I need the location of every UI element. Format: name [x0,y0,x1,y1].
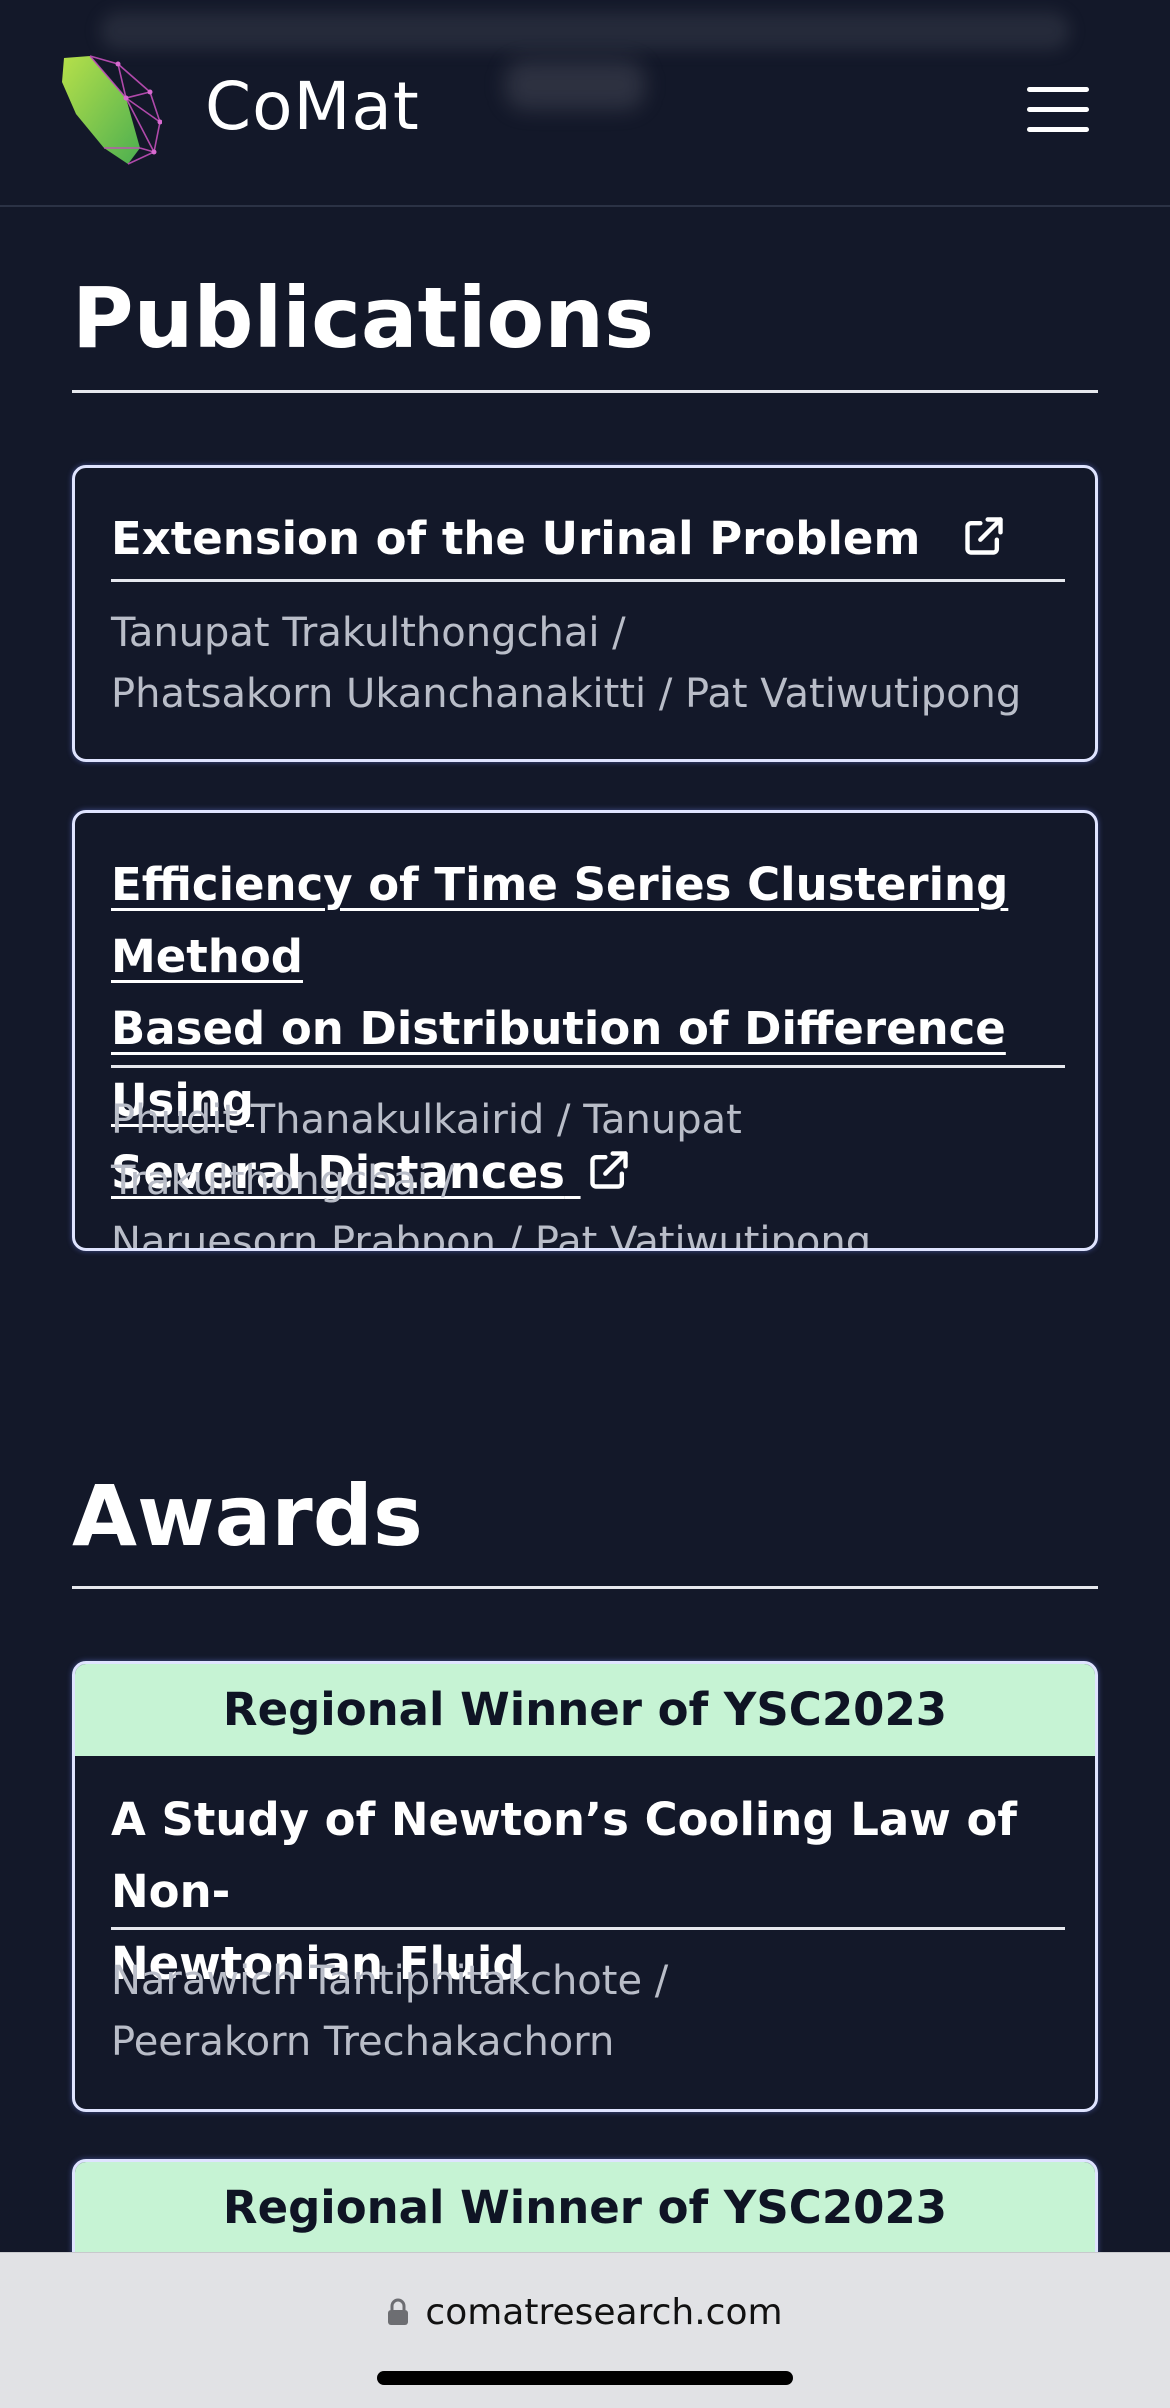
publication-title-link[interactable]: Extension of the Urinal Problem [111,503,1065,575]
site-header: CoMat [0,0,1170,207]
url-display[interactable]: comatresearch.com [0,2289,1170,2337]
url-text[interactable]: comatresearch.com [425,2292,782,2333]
title-line[interactable]: Efficiency of Time Series Clustering Met… [111,849,1065,993]
authors-line: Naruesorn Prabpon / Pat Vatiwutipong [111,1219,872,1251]
external-link-icon[interactable] [962,514,1006,558]
authors-line: Phudit Thanakulkairid / Tanupat Trakulth… [111,1097,742,1204]
authors-line: Narawich Tantiphitakchote / [111,1958,669,2004]
authors-line: Phatsakorn Ukanchanakitti / Pat Vatiwuti… [111,671,1022,717]
browser-address-bar[interactable]: comatresearch.com [0,2252,1170,2408]
publication-authors: Tanupat Trakulthongchai / Phatsakorn Uka… [111,603,1065,725]
leaf-network-logo-icon[interactable] [56,52,162,168]
home-indicator[interactable] [377,2371,793,2385]
section-divider [72,390,1098,393]
title-line: A Study of Newton’s Cooling Law of Non- [111,1793,1017,1918]
publications-heading: Publications [72,269,655,367]
awards-heading: Awards [72,1467,423,1565]
award-authors: Narawich Tantiphitakchote / Peerakorn Tr… [111,1951,1065,2073]
authors-line: Tanupat Trakulthongchai / [111,610,626,656]
blurred-overlay-2 [505,60,645,110]
card-divider [111,1927,1065,1930]
lock-icon [388,2298,409,2325]
hamburger-menu-icon[interactable] [1027,85,1093,135]
publication-card: Efficiency of Time Series Clustering Met… [72,810,1098,1251]
award-badge: Regional Winner of YSC2023 [75,1664,1095,1756]
publication-authors: Phudit Thanakulkairid / Tanupat Trakulth… [111,1090,1065,1251]
award-card: Regional Winner of YSC2023 A Study of Ne… [72,1661,1098,2112]
section-divider [72,1586,1098,1589]
award-badge: Regional Winner of YSC2023 [75,2162,1095,2254]
card-divider [111,579,1065,582]
brand-name[interactable]: CoMat [205,62,420,152]
publication-card: Extension of the Urinal Problem Tanupat … [72,465,1098,762]
card-divider [111,1065,1065,1068]
authors-line: Peerakorn Trechakachorn [111,2019,615,2065]
blurred-overlay [100,12,1070,50]
